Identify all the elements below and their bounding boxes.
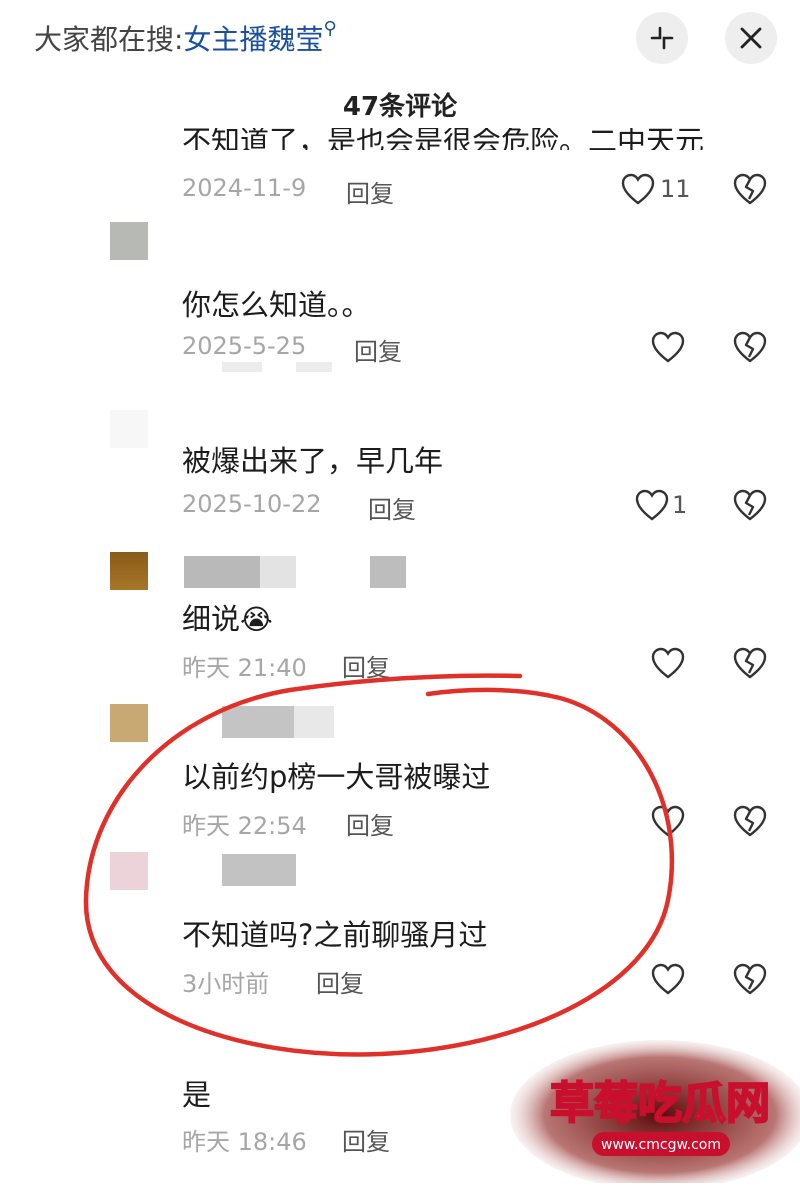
- dislike-icon[interactable]: [732, 172, 768, 206]
- reply-button[interactable]: 回复: [354, 332, 402, 367]
- avatar[interactable]: [110, 222, 148, 260]
- comment-text: 以前约p榜一大哥被曝过: [182, 760, 491, 794]
- avatar[interactable]: [110, 410, 148, 448]
- comment-time: 3小时前: [182, 970, 270, 998]
- blurred-patch: [222, 362, 262, 372]
- search-suggestion-prefix: 大家都在搜:: [34, 23, 184, 56]
- search-suggestion[interactable]: 大家都在搜:女主播魏莹⚲: [34, 18, 337, 58]
- avatar[interactable]: [110, 552, 148, 590]
- like-count: 11: [660, 175, 691, 203]
- avatar[interactable]: [110, 704, 148, 742]
- reply-button[interactable]: 回复: [342, 648, 390, 683]
- comment-time: 昨天 21:40: [182, 654, 307, 682]
- dislike-icon[interactable]: [732, 962, 768, 996]
- reply-button[interactable]: 回复: [316, 964, 364, 999]
- blurred-username: [370, 556, 406, 588]
- comment-text: 是: [182, 1078, 212, 1112]
- comment-text-cut: 不知道了，是也会是很会危险。二中天元: [182, 128, 705, 150]
- reply-button[interactable]: 回复: [346, 174, 394, 209]
- search-icon: ⚲: [323, 18, 337, 39]
- avatar[interactable]: [110, 852, 148, 890]
- blurred-username: [260, 556, 296, 588]
- reply-button[interactable]: 回复: [346, 806, 394, 841]
- crying-emoji: 😭: [240, 603, 273, 636]
- comment-text: 你怎么知道。。: [182, 288, 371, 322]
- comment-time: 2025-10-22: [182, 490, 322, 518]
- reply-button[interactable]: 回复: [342, 1122, 390, 1157]
- comment-count-title: 47条评论: [342, 92, 458, 122]
- blurred-username: [222, 706, 294, 738]
- dislike-icon[interactable]: [732, 646, 768, 680]
- like-icon[interactable]: [650, 646, 686, 680]
- blurred-username: [222, 854, 296, 886]
- dislike-icon[interactable]: [732, 488, 768, 522]
- like-icon[interactable]: [620, 172, 656, 206]
- like-icon[interactable]: [650, 804, 686, 838]
- svg-text:www.cmcgw.com: www.cmcgw.com: [601, 1137, 721, 1153]
- blurred-username: [294, 706, 334, 738]
- comment-time: 昨天 18:46: [182, 1128, 307, 1156]
- collapse-button[interactable]: [636, 12, 688, 64]
- blurred-patch: [296, 362, 332, 372]
- like-count: 1: [672, 491, 688, 519]
- comment-time: 2025-5-25: [182, 332, 307, 360]
- comment-time: 昨天 22:54: [182, 812, 307, 840]
- like-icon[interactable]: [650, 962, 686, 996]
- comment-time: 2024-11-9: [182, 174, 307, 202]
- close-button[interactable]: [725, 12, 777, 64]
- comment-text: 不知道吗?之前聊骚月过: [182, 918, 488, 952]
- search-suggestion-keyword[interactable]: 女主播魏莹: [183, 23, 323, 56]
- close-icon: [740, 27, 762, 49]
- comment-text: 被爆出来了，早几年: [182, 444, 444, 478]
- collapse-icon: [650, 26, 674, 50]
- reply-button[interactable]: 回复: [368, 490, 416, 525]
- dislike-icon[interactable]: [732, 804, 768, 838]
- dislike-icon[interactable]: [732, 330, 768, 364]
- watermark-logo: 草莓吃瓜网 www.cmcgw.com: [500, 1040, 800, 1187]
- blurred-username: [184, 556, 260, 588]
- comment-text: 细说😭: [182, 602, 273, 636]
- like-icon[interactable]: [650, 330, 686, 364]
- svg-text:草莓吃瓜网: 草莓吃瓜网: [550, 1078, 770, 1129]
- like-icon[interactable]: [634, 488, 670, 522]
